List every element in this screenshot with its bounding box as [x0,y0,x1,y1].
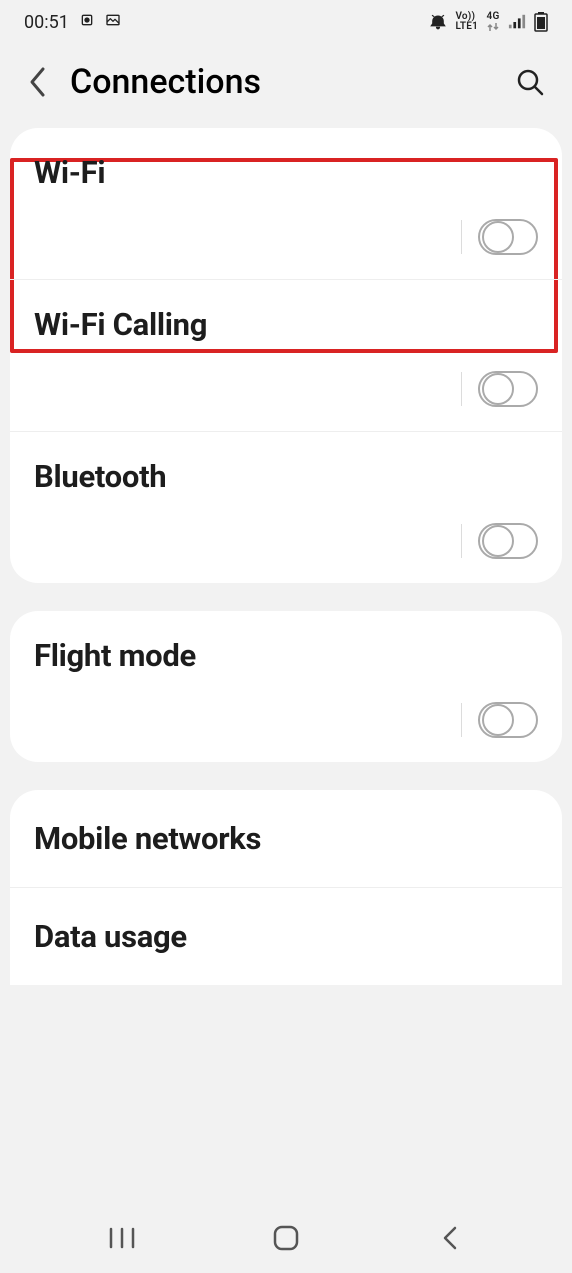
recents-button[interactable] [87,1227,157,1249]
row-bluetooth-toggle-area [34,523,538,565]
divider-line [461,372,463,406]
data-indicator: 4G [486,12,500,32]
wifi-toggle[interactable] [478,219,538,255]
settings-card-mobile: Mobile networks Data usage [10,790,562,985]
row-wifi-calling-title: Wi-Fi Calling [34,306,538,343]
nav-back-button[interactable] [415,1225,485,1251]
row-wifi-title: Wi-Fi [34,154,538,191]
row-bluetooth-title: Bluetooth [34,458,538,495]
search-button[interactable] [508,60,552,104]
divider-line [461,703,463,737]
row-wifi-calling[interactable]: Wi-Fi Calling [10,279,562,431]
nav-back-icon [440,1225,460,1251]
divider-line [461,220,463,254]
divider-line [461,524,463,558]
home-icon [272,1224,300,1252]
home-button[interactable] [251,1224,321,1252]
alarm-set-icon [79,12,95,33]
row-data-usage-title: Data usage [34,918,538,955]
page-header: Connections [0,44,572,128]
data-arrows-icon [486,22,500,32]
wifi-calling-toggle[interactable] [478,371,538,407]
volte-bottom: LTE1 [455,22,478,32]
status-left: 00:51 [24,12,121,33]
row-wifi[interactable]: Wi-Fi [10,128,562,279]
status-right: Vo)) LTE1 4G [429,12,548,32]
recents-icon [107,1227,137,1249]
settings-card-network: Wi-Fi Wi-Fi Calling Bluetooth [10,128,562,583]
row-wifi-toggle-area [34,219,538,261]
row-data-usage[interactable]: Data usage [10,887,562,985]
system-nav-bar [0,1203,572,1273]
row-flight-mode[interactable]: Flight mode [10,611,562,762]
signal-icon [508,14,526,30]
page-title: Connections [70,62,508,102]
flight-mode-toggle[interactable] [478,702,538,738]
row-flight-mode-toggle-area [34,702,538,744]
back-button[interactable] [20,64,56,100]
bluetooth-toggle[interactable] [478,523,538,559]
picture-icon [105,12,121,33]
status-bar: 00:51 Vo)) LTE1 4G [0,0,572,44]
row-flight-mode-title: Flight mode [34,637,538,674]
row-bluetooth[interactable]: Bluetooth [10,431,562,583]
alarm-icon [429,13,447,31]
settings-card-flight: Flight mode [10,611,562,762]
battery-icon [534,12,548,32]
row-wifi-calling-toggle-area [34,371,538,413]
status-time: 00:51 [24,12,69,33]
data-label: 4G [487,12,500,22]
row-mobile-networks-title: Mobile networks [34,820,538,857]
chevron-left-icon [27,65,49,99]
search-icon [515,67,545,97]
volte-indicator: Vo)) LTE1 [455,12,478,32]
row-mobile-networks[interactable]: Mobile networks [10,790,562,887]
